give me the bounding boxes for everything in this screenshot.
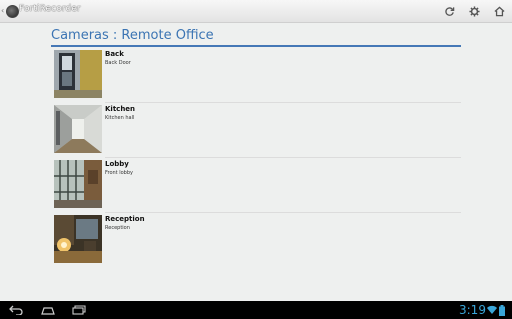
wifi-icon bbox=[487, 304, 497, 316]
status-clock: 3:19 bbox=[459, 303, 486, 317]
camera-name: Back bbox=[105, 50, 124, 58]
gear-icon[interactable] bbox=[466, 3, 482, 19]
camera-name: Lobby bbox=[105, 160, 129, 168]
camera-thumbnail[interactable] bbox=[54, 160, 102, 208]
row-divider bbox=[105, 212, 461, 213]
refresh-icon[interactable] bbox=[441, 3, 457, 19]
camera-list-page: Cameras : Remote Office Back Back Door K… bbox=[0, 23, 512, 301]
row-divider bbox=[105, 157, 461, 158]
camera-description: Reception bbox=[105, 225, 130, 231]
title-divider bbox=[51, 45, 461, 47]
camera-row-lobby[interactable]: Lobby Front lobby bbox=[51, 159, 461, 214]
battery-icon bbox=[499, 304, 505, 316]
page-title: Cameras : Remote Office bbox=[51, 28, 214, 43]
app-title[interactable]: FortiRecorder bbox=[19, 4, 81, 14]
camera-description: Front lobby bbox=[105, 170, 133, 176]
home-icon[interactable] bbox=[491, 3, 507, 19]
camera-row-reception[interactable]: Reception Reception bbox=[51, 214, 461, 269]
recent-apps-icon[interactable] bbox=[72, 304, 86, 316]
up-caret-icon[interactable]: ‹ bbox=[1, 6, 5, 16]
back-icon[interactable] bbox=[9, 304, 23, 316]
row-divider bbox=[105, 102, 461, 103]
camera-description: Back Door bbox=[105, 60, 131, 66]
home-icon[interactable] bbox=[40, 304, 56, 316]
camera-name: Reception bbox=[105, 215, 145, 223]
app-logo-icon[interactable] bbox=[6, 5, 19, 18]
system-nav-bar: 3:19 bbox=[0, 301, 512, 319]
camera-row-kitchen[interactable]: Kitchen Kitchen hall bbox=[51, 104, 461, 159]
camera-thumbnail[interactable] bbox=[54, 215, 102, 263]
camera-description: Kitchen hall bbox=[105, 115, 135, 121]
camera-thumbnail[interactable] bbox=[54, 105, 102, 153]
camera-thumbnail[interactable] bbox=[54, 50, 102, 98]
camera-row-back[interactable]: Back Back Door bbox=[51, 49, 461, 104]
camera-name: Kitchen bbox=[105, 105, 136, 113]
action-bar: ‹ FortiRecorder bbox=[0, 0, 512, 23]
